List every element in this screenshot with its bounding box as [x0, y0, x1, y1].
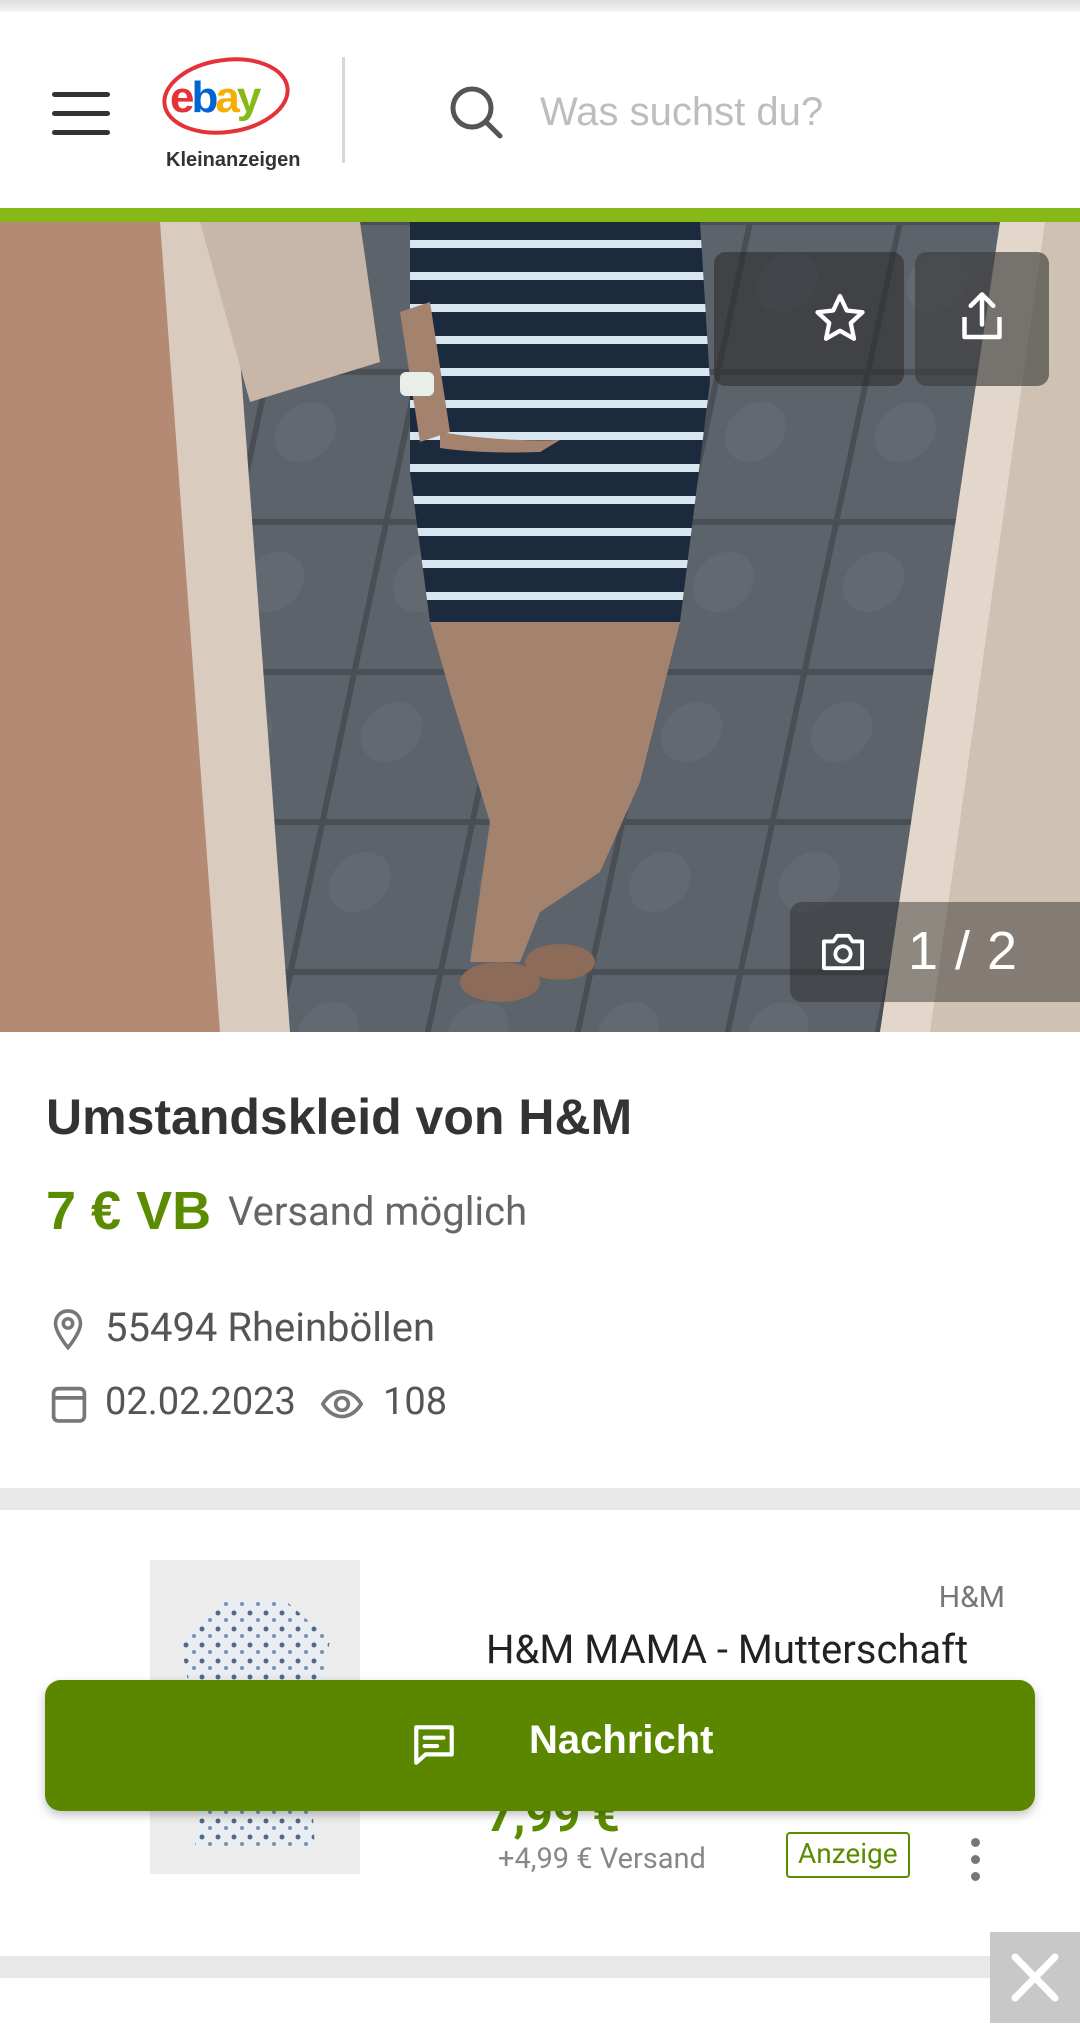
image-counter-text: 1 / 2	[908, 921, 1019, 981]
header-accent-bar	[0, 208, 1080, 222]
section-divider-bottom	[0, 1956, 1080, 1978]
menu-icon[interactable]	[52, 92, 110, 138]
share-icon	[962, 292, 1002, 340]
close-icon	[1011, 1953, 1059, 2002]
calendar-icon	[51, 1386, 87, 1423]
image-counter: 1 / 2	[790, 902, 1080, 1002]
app-header: ebay Kleinanzeigen	[0, 12, 1080, 208]
location-pin-icon	[53, 1309, 83, 1351]
listing-title: Umstandskleid von H&M	[46, 1089, 633, 1145]
ebay-kleinanzeigen-logo[interactable]: ebay Kleinanzeigen	[160, 52, 300, 182]
search-input[interactable]	[540, 82, 1040, 142]
message-button[interactable]: Nachricht	[45, 1680, 1035, 1811]
chat-icon	[414, 1725, 454, 1765]
eye-icon	[320, 1389, 364, 1419]
message-button-label: Nachricht	[529, 1718, 714, 1762]
status-shade	[0, 0, 1080, 12]
ad-title[interactable]: H&M MAMA - Mutterschaft	[486, 1626, 968, 1673]
camera-icon	[822, 933, 864, 971]
star-icon	[815, 293, 865, 341]
search-icon[interactable]	[448, 84, 504, 140]
ad-brand: H&M	[938, 1580, 1005, 1615]
header-divider	[342, 57, 345, 163]
listing-price: 7 € VB	[46, 1181, 212, 1241]
view-count: 108	[383, 1380, 448, 1424]
shipping-info: Versand möglich	[228, 1188, 528, 1235]
ad-shipping: +4,99 € Versand	[498, 1842, 706, 1876]
section-divider	[0, 1488, 1080, 1510]
svg-text:ebay: ebay	[170, 73, 262, 122]
listing-date: 02.02.2023	[105, 1380, 296, 1424]
share-button[interactable]	[915, 252, 1049, 386]
close-ad-button[interactable]	[990, 1932, 1080, 2023]
favorite-button[interactable]	[714, 252, 904, 386]
listing-location[interactable]: 55494 Rheinböllen	[105, 1304, 435, 1351]
svg-text:Kleinanzeigen: Kleinanzeigen	[166, 149, 300, 171]
ad-badge: Anzeige	[786, 1832, 910, 1878]
more-options-icon[interactable]	[968, 1838, 982, 1882]
